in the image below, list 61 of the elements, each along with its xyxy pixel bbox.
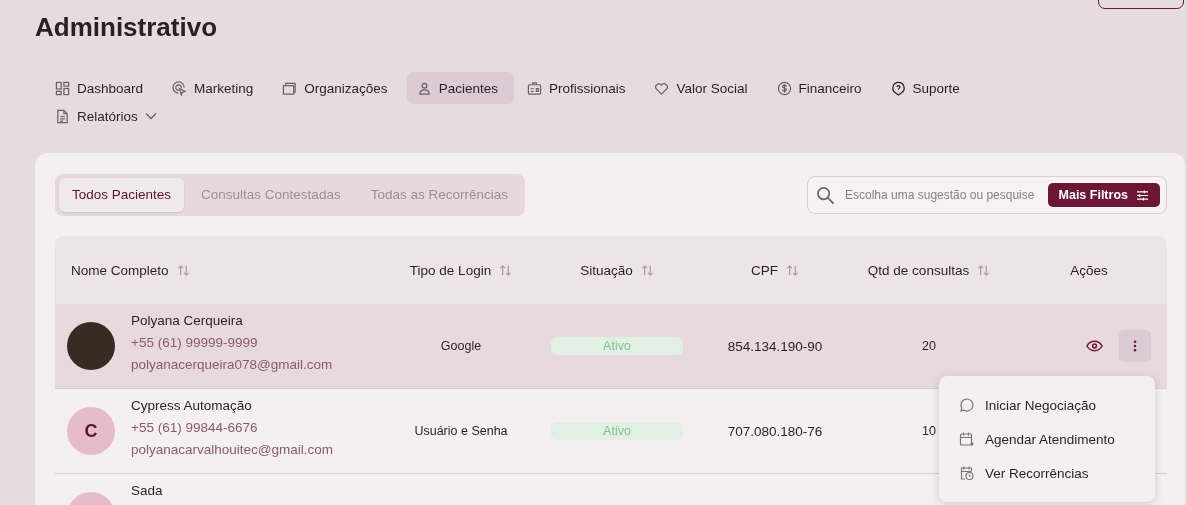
dashboard-icon	[55, 80, 70, 96]
avatar: C	[67, 407, 115, 455]
menu-item[interactable]: Agendar Atendimento	[939, 422, 1155, 456]
filters-button[interactable]: Mais Filtros	[1047, 183, 1160, 207]
status-badge: Ativo	[551, 422, 683, 440]
heart-icon	[654, 80, 670, 96]
status-badge: Ativo	[551, 337, 683, 355]
help-icon	[890, 80, 906, 96]
nav-item[interactable]: Marketing	[162, 72, 270, 104]
patient-phone: +55 (61) 99999-9999	[131, 335, 259, 350]
nav-item[interactable]: Pacientes	[406, 72, 514, 104]
kebab-icon	[1133, 340, 1137, 352]
more-button[interactable]	[1119, 330, 1151, 362]
chat-bubble-icon	[959, 397, 975, 413]
cpf-text: 707.080.180-76	[727, 423, 823, 439]
patient-name: Cypress Automação	[131, 398, 253, 413]
tab[interactable]: Todos Pacientes	[59, 178, 185, 212]
column-header[interactable]: Situação	[580, 262, 633, 278]
patient-phone: +55 (61) 99844-6676	[131, 420, 259, 435]
nav-item[interactable]: Suporte	[880, 72, 976, 104]
page-title: Administrativo	[35, 12, 218, 42]
sort-icon[interactable]	[977, 263, 991, 277]
view-icon[interactable]	[1086, 340, 1103, 352]
nav-item[interactable]: Relatórios	[45, 102, 173, 130]
menu-item[interactable]: Iniciar Negociação	[939, 388, 1155, 422]
patient-name: Sada	[131, 483, 163, 498]
sort-icon[interactable]	[176, 263, 190, 277]
sort-icon[interactable]	[499, 263, 513, 277]
cursor-click-icon	[172, 80, 188, 96]
column-header[interactable]: Tipo de Login	[409, 262, 492, 278]
search-field[interactable]: Escolha uma sugestão ou pesquise Mais Filtros	[807, 176, 1167, 214]
calendar-plus-icon	[959, 431, 975, 447]
sort-icon[interactable]	[786, 263, 799, 277]
chevron-down-icon	[144, 112, 157, 120]
login-type: Usuário e Senha	[414, 424, 508, 438]
column-header[interactable]: Nome Completo	[71, 262, 169, 278]
column-header[interactable]: Qtd de consultas	[867, 262, 970, 278]
id-badge-icon	[526, 80, 542, 96]
consultation-count: 10	[922, 424, 936, 438]
column-header: Ações	[1070, 262, 1108, 278]
column-header[interactable]: CPF	[751, 262, 778, 278]
consultation-count: 20	[922, 339, 936, 353]
nav-item[interactable]: Valor Social	[644, 72, 764, 104]
cpf-text: 854.134.190-90	[727, 338, 823, 354]
nav-item[interactable]: Profissionais	[516, 72, 642, 104]
nav-item[interactable]: Dashboard	[45, 72, 160, 104]
nav-item[interactable]: Financeiro	[766, 72, 878, 104]
login-type: Google	[440, 339, 482, 353]
calendar-clock-icon	[959, 465, 975, 481]
nav-item[interactable]: Organizações	[272, 72, 404, 104]
sort-icon[interactable]	[640, 263, 654, 277]
search-icon	[816, 185, 835, 205]
patient-email: polyanacarvalhouitec@gmail.com	[131, 442, 334, 457]
photo-placeholder	[67, 322, 115, 370]
person-icon	[416, 80, 432, 96]
patient-name: Polyana Cerqueira	[131, 313, 244, 328]
briefcase-icon	[282, 80, 298, 96]
sliders-icon	[1136, 189, 1149, 201]
dollar-coin-icon	[776, 80, 792, 96]
patient-email: polyanacerqueira078@gmail.com	[131, 357, 333, 372]
document-icon	[55, 108, 70, 124]
